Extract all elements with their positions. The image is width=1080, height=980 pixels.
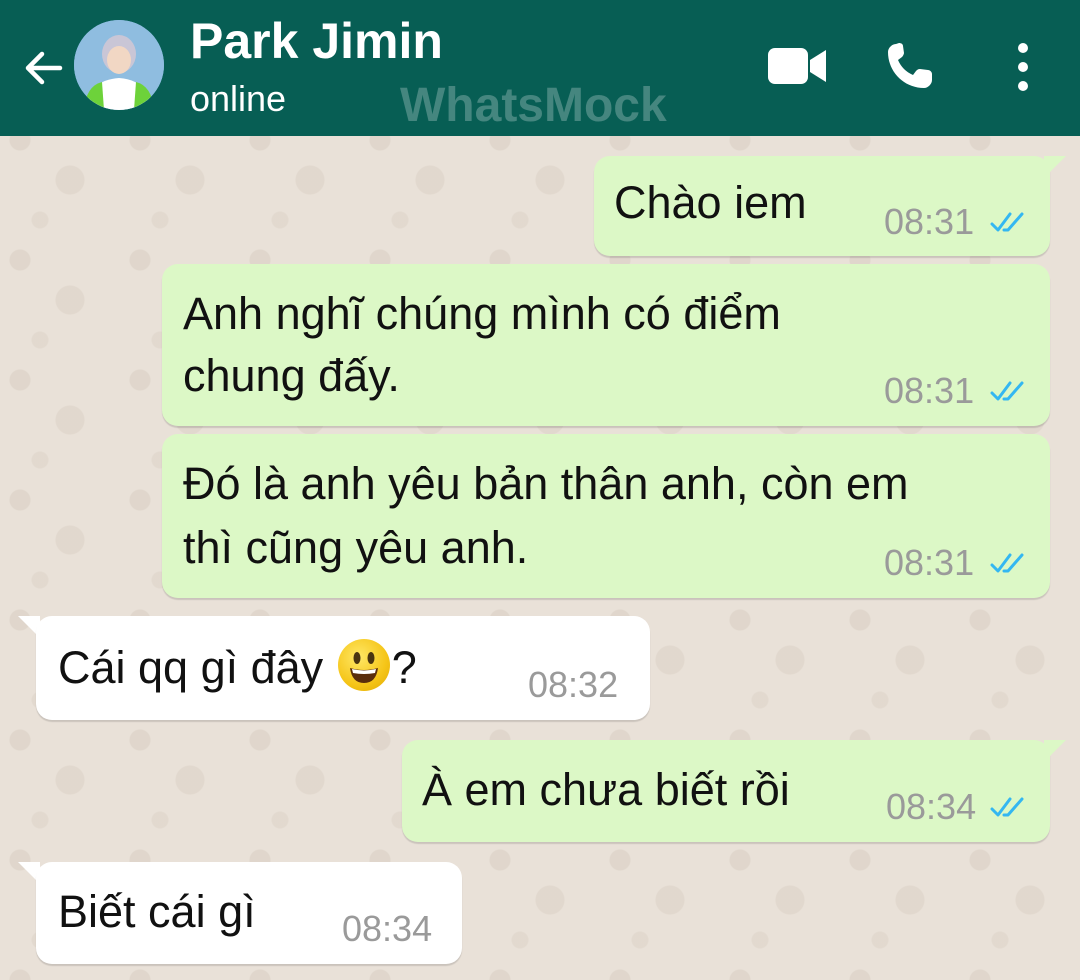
contact-status: online (190, 78, 287, 119)
message-time: 08:31 (884, 542, 975, 583)
message-time: 08:34 (886, 786, 977, 827)
message-text: Biết cái gì (58, 886, 256, 937)
smiley-emoji-icon (337, 639, 390, 691)
chat-header: Park Jimin online WhatsMock (0, 0, 1080, 136)
message-text-line: Đó là anh yêu bản thân anh, còn em (183, 458, 909, 509)
message-bubble-incoming[interactable]: Biết cái gì 08:34 (36, 862, 462, 964)
double-check-icon (990, 381, 1024, 401)
message-text-part: ? (391, 642, 417, 693)
contact-name[interactable]: Park Jimin (190, 12, 443, 70)
message-bubble-outgoing[interactable]: Chào iem 08:31 (594, 156, 1050, 256)
message-time: 08:31 (884, 201, 975, 242)
message-time: 08:34 (342, 908, 433, 949)
message-bubble-incoming[interactable]: Cái qq gì đây ? 08:32 (36, 616, 650, 720)
message-text-line: chung đấy. (183, 350, 400, 401)
phone-icon[interactable] (884, 40, 936, 92)
message-text-line: Anh nghĩ chúng mình có điểm (183, 288, 781, 339)
message-time: 08:31 (884, 370, 975, 411)
double-check-icon (990, 797, 1024, 817)
message-time: 08:32 (528, 664, 619, 705)
video-call-icon[interactable] (766, 44, 828, 88)
message-bubble-outgoing[interactable]: À em chưa biết rồi 08:34 (402, 740, 1050, 842)
bubble-tail (1044, 156, 1066, 178)
double-check-icon (990, 212, 1024, 232)
more-vertical-icon[interactable] (1010, 42, 1036, 92)
bubble-tail (1044, 740, 1066, 762)
arrow-left-icon[interactable] (20, 44, 68, 92)
message-text: Cái qq gì đây ? (58, 638, 417, 698)
message-bubble-outgoing[interactable]: Anh nghĩ chúng mình có điểm chung đấy. 0… (162, 264, 1050, 426)
contact-avatar[interactable] (74, 20, 164, 110)
message-text: À em chưa biết rồi (422, 764, 790, 815)
app-watermark: WhatsMock (400, 79, 667, 132)
double-check-icon (990, 553, 1024, 573)
message-text: Chào iem (614, 177, 807, 228)
message-text-part: Cái qq gì đây (58, 642, 324, 693)
message-bubble-outgoing[interactable]: Đó là anh yêu bản thân anh, còn em thì c… (162, 434, 1050, 598)
message-text-line: thì cũng yêu anh. (183, 522, 529, 573)
